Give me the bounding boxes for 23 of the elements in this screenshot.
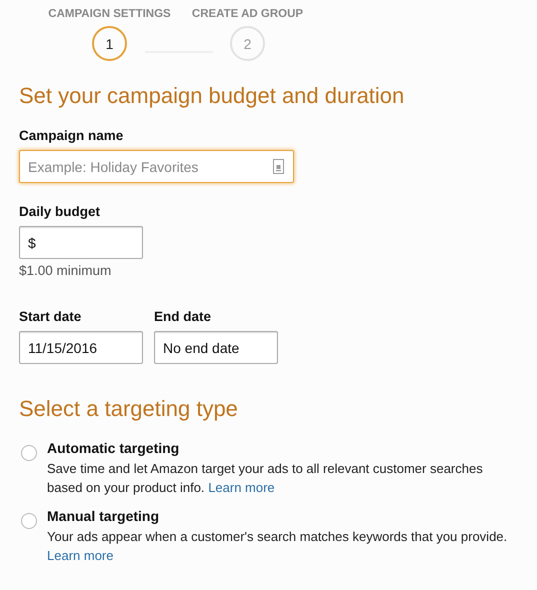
field-label: End date xyxy=(154,309,212,324)
field-label: Start date xyxy=(19,309,82,324)
section-heading: Set your campaign budget and duration xyxy=(19,83,404,109)
option-title: Automatic targeting xyxy=(47,440,180,456)
step-label: CREATE AD GROUP xyxy=(192,8,304,20)
end-date-field[interactable]: No end date xyxy=(154,331,278,364)
step-circle[interactable]: 1 xyxy=(92,26,127,61)
learn-more-link[interactable]: Learn more xyxy=(208,480,275,495)
section-heading: Select a targeting type xyxy=(19,396,238,422)
daily-budget-field[interactable]: $ xyxy=(19,226,143,259)
campaign-name-field[interactable]: Example: Holiday Favorites xyxy=(19,150,294,183)
option-description: Save time and let Amazon target your ads to all relevant customer searches based on your product info. Learn more xyxy=(47,460,484,497)
budget-hint: $1.00 minimum xyxy=(19,263,112,278)
step-label: CAMPAIGN SETTINGS xyxy=(48,8,171,20)
radio-button[interactable] xyxy=(21,445,37,461)
option-title: Manual targeting xyxy=(47,508,160,524)
radio-button[interactable] xyxy=(21,513,37,529)
field-label: Campaign name xyxy=(19,128,124,143)
contact-card-icon[interactable] xyxy=(273,159,284,174)
field-label: Daily budget xyxy=(19,204,100,219)
start-date-field[interactable]: 11/15/2016 xyxy=(19,331,143,364)
option-description: Your ads appear when a customer's search matches keywords that you provide. Learn more xyxy=(47,528,508,565)
learn-more-link[interactable]: Learn more xyxy=(47,548,114,563)
